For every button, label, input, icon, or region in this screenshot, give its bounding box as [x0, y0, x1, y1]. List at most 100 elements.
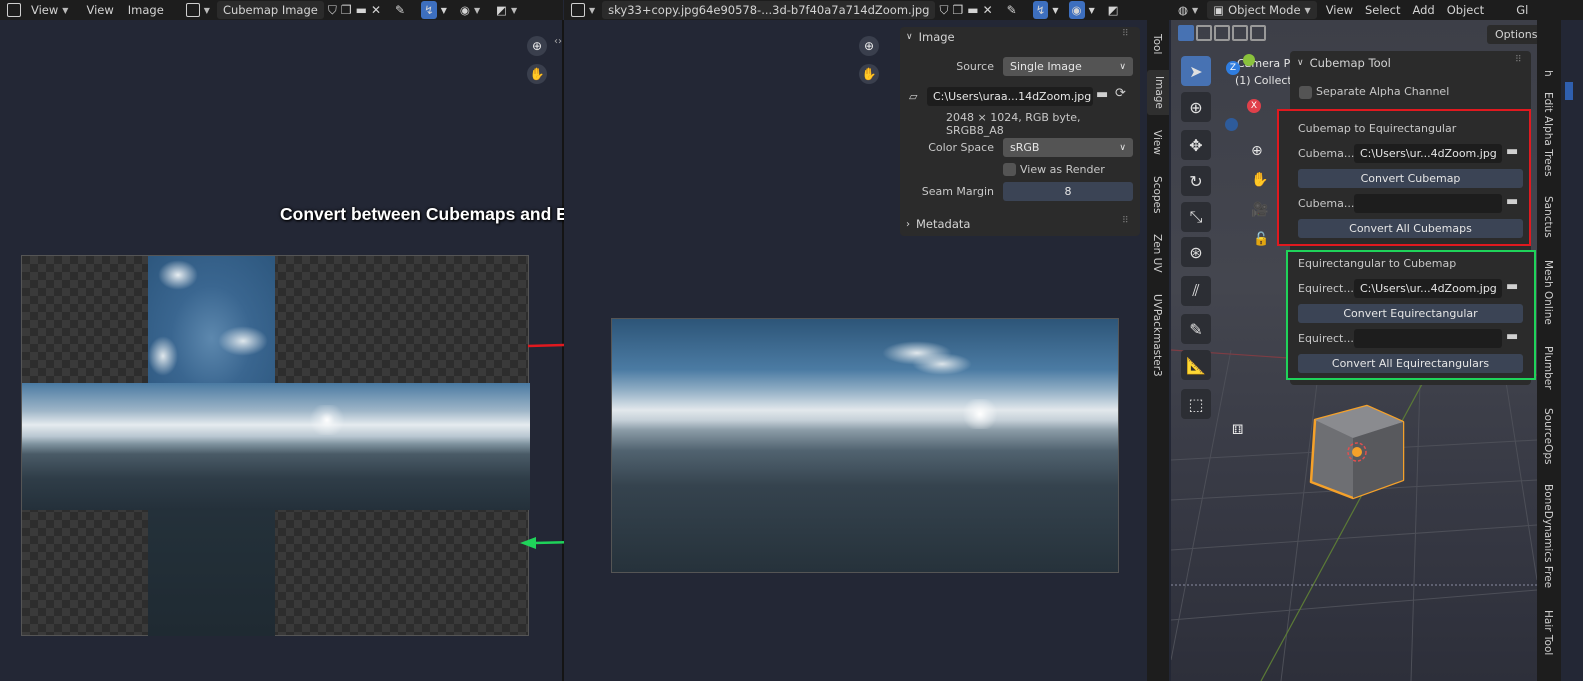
convert-all-cubemaps-button[interactable]: Convert All Cubemaps — [1298, 219, 1523, 238]
tab-image[interactable]: Image — [1147, 70, 1169, 115]
folder-icon[interactable]: ▬ — [1506, 144, 1518, 159]
tab-sourceops[interactable]: SourceOps — [1542, 408, 1554, 464]
zoom-in-icon[interactable]: ⊕ — [527, 36, 547, 56]
select-menu[interactable]: Select — [1362, 1, 1403, 19]
add-menu[interactable]: Add — [1409, 1, 1437, 19]
cubemap-path-field[interactable]: C:\Users\ur...4dZoom.jpg — [1354, 144, 1502, 163]
cursor-icon[interactable]: ➤ — [1181, 56, 1211, 86]
display-channels-button[interactable]: ◩ — [1105, 1, 1122, 19]
convert-equirectangular-button[interactable]: Convert Equirectangular — [1298, 304, 1523, 323]
image-panel-header[interactable]: ∨ Image — [906, 30, 955, 44]
duplicate-icon[interactable]: ❐ — [341, 3, 352, 17]
hand-pan-icon[interactable]: ✋ — [1251, 172, 1268, 188]
dice-icon[interactable]: ⚅ — [1232, 423, 1243, 438]
close-icon[interactable]: ✕ — [983, 3, 993, 17]
folder-icon[interactable]: ▬ — [1506, 329, 1518, 344]
gizmo-y-icon[interactable] — [1243, 54, 1255, 66]
zoom-in-icon[interactable]: ⊕ — [859, 36, 879, 56]
tab-hair-tool[interactable]: Hair Tool — [1542, 610, 1554, 655]
select-invert-icon[interactable] — [1232, 25, 1248, 41]
tab-bonedynamics[interactable]: BoneDynamics Free — [1542, 484, 1554, 588]
view-as-render-checkbox[interactable] — [1003, 163, 1016, 176]
annotate-icon[interactable]: ✎ — [1181, 314, 1211, 344]
tab-uvpackmaster3[interactable]: UVPackmaster3 — [1151, 294, 1163, 377]
pin-icon[interactable]: ✎ — [395, 3, 405, 17]
collapse-arrows-icon[interactable]: ‹› — [554, 36, 562, 47]
tab-edit[interactable]: Edit — [1542, 92, 1554, 112]
zoom-in-icon[interactable]: ⊕ — [1251, 143, 1263, 159]
select-subtract-icon[interactable] — [1214, 25, 1230, 41]
filepath-field[interactable]: C:\Users\uraa...14dZoom.jpg — [927, 87, 1093, 106]
uv-sync-button[interactable]: ↯ — [421, 1, 437, 19]
camera-icon[interactable]: 🎥 — [1251, 202, 1268, 218]
source-dropdown[interactable]: Single Image ∨ — [1003, 57, 1133, 76]
image-browse-button[interactable]: ▼ — [568, 1, 598, 19]
seam-margin-field[interactable]: 8 — [1003, 182, 1133, 201]
select-intersect-icon[interactable] — [1250, 25, 1266, 41]
hand-pan-icon[interactable]: ✋ — [527, 64, 547, 84]
3d-cursor-icon[interactable]: ⊕ — [1181, 92, 1211, 122]
duplicate-icon[interactable]: ❐ — [953, 3, 964, 17]
scale-icon[interactable]: ⤡ — [1181, 202, 1211, 232]
view-menu[interactable]: View — [1323, 1, 1356, 19]
editor-type-button[interactable] — [4, 1, 24, 19]
convert-all-equirectangulars-button[interactable]: Convert All Equirectangulars — [1298, 354, 1523, 373]
folder-icon[interactable]: ▬ — [1096, 87, 1108, 102]
gizmo-x-icon[interactable]: X — [1247, 99, 1261, 113]
drag-handle-icon[interactable]: ⠿ — [1122, 29, 1129, 39]
folder-icon[interactable]: ▬ — [967, 3, 978, 17]
rotate-icon[interactable]: ↻ — [1181, 166, 1211, 196]
global-transform-button[interactable]: Gl — [1513, 1, 1531, 19]
overlay-button[interactable]: ◉ — [1068, 1, 1085, 19]
hand-pan-icon[interactable]: ✋ — [859, 64, 879, 84]
overlay-button[interactable]: ◉ ▼ — [457, 1, 483, 19]
cubemap-folder-field[interactable] — [1354, 194, 1502, 213]
tab-plumber[interactable]: Plumber — [1542, 346, 1554, 390]
colorspace-dropdown[interactable]: sRGB ∨ — [1003, 138, 1133, 157]
folder-icon[interactable]: ▬ — [1506, 194, 1518, 209]
image-menu[interactable]: Image — [125, 1, 167, 19]
equi-path-field[interactable]: C:\Users\ur...4dZoom.jpg — [1354, 279, 1502, 298]
drag-handle-icon[interactable]: ⠿ — [1122, 216, 1129, 226]
folder-icon[interactable]: ▬ — [1506, 279, 1518, 294]
shield-icon[interactable]: ⛉ — [328, 3, 337, 18]
tab-mesh-online[interactable]: Mesh Online — [1542, 260, 1554, 325]
display-channels-button[interactable]: ◩ ▼ — [493, 1, 520, 19]
reload-icon[interactable]: ⟳ — [1115, 86, 1126, 101]
select-extend-icon[interactable] — [1196, 25, 1212, 41]
editor-type-button[interactable]: ◍ ▼ — [1175, 1, 1201, 19]
cubemap-tool-header[interactable]: ∨ Cubemap Tool — [1297, 56, 1391, 70]
metadata-header[interactable]: › Metadata — [906, 217, 970, 231]
scroll-indicator[interactable] — [1565, 82, 1573, 100]
transform-icon[interactable]: ⊛ — [1181, 237, 1211, 267]
lock-icon[interactable]: 🔓 — [1253, 232, 1269, 247]
image-name-field[interactable]: sky33+copy.jpg64e90578-...3d-b7f40a7a714… — [602, 1, 936, 19]
image-browse-button[interactable]: ▼ — [183, 1, 213, 19]
view-dropdown[interactable]: View ▼ — [28, 1, 71, 19]
view-menu[interactable]: View — [83, 1, 116, 19]
convert-cubemap-button[interactable]: Convert Cubemap — [1298, 169, 1523, 188]
gizmo-z-icon[interactable]: Z — [1226, 61, 1240, 75]
tab-zen-uv[interactable]: Zen UV — [1151, 234, 1163, 273]
equi-folder-field[interactable] — [1354, 329, 1502, 348]
shield-icon[interactable]: ⛉ — [939, 3, 948, 18]
close-icon[interactable]: ✕ — [371, 3, 381, 17]
image-name-field[interactable]: Cubemap Image — [216, 1, 324, 19]
pin-icon[interactable]: ✎ — [1007, 3, 1017, 17]
measure-icon[interactable]: 📐 — [1181, 350, 1211, 380]
tab-tool[interactable]: Tool — [1151, 34, 1163, 54]
tab-h[interactable]: h — [1542, 70, 1554, 77]
hair-tool-icon[interactable]: ⫽ — [1181, 276, 1211, 306]
tab-sanctus[interactable]: Sanctus — [1542, 196, 1554, 238]
move-icon[interactable]: ✥ — [1181, 130, 1211, 160]
drag-handle-icon[interactable]: ⠿ — [1515, 55, 1522, 65]
tab-view[interactable]: View — [1151, 130, 1163, 155]
tab-scopes[interactable]: Scopes — [1151, 176, 1163, 213]
add-cube-icon[interactable]: ⬚ — [1181, 389, 1211, 419]
select-box-icon[interactable] — [1178, 25, 1194, 41]
object-menu[interactable]: Object — [1444, 1, 1487, 19]
uv-sync-button[interactable]: ↯ — [1032, 1, 1049, 19]
scrollbar[interactable] — [1561, 20, 1583, 681]
gizmo-neg-z-icon[interactable] — [1225, 118, 1238, 131]
tab-alpha-trees[interactable]: Alpha Trees — [1542, 116, 1554, 177]
